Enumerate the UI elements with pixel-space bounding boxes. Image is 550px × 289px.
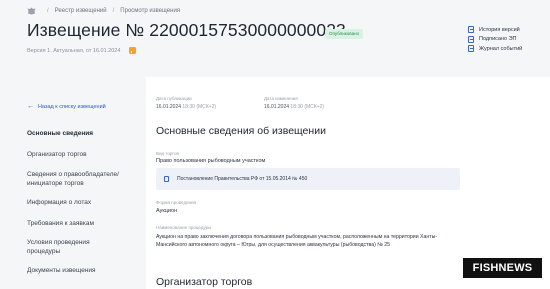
status-badge: Опубликовано — [325, 29, 364, 39]
info-icon — [164, 176, 169, 182]
breadcrumb-separator: / — [47, 8, 49, 14]
published-time: 18:30 (МСК+2) — [182, 104, 217, 110]
page-title: Извещение № 22000157530000000023 — [27, 20, 346, 40]
sidebar-item-organizer[interactable]: Организатор торгов — [27, 151, 139, 160]
history-label: История версий — [479, 26, 520, 33]
rss-icon[interactable] — [129, 47, 137, 54]
procedure-value: Аукцион на право заключения договора пол… — [156, 234, 438, 248]
organizer-section-title: Организатор торгов — [156, 276, 253, 288]
version-info: Версия 1. Актуальная, от 16.01.2024 — [27, 47, 137, 54]
bidding-type-value: Право пользования рыбоводным участком — [156, 158, 266, 164]
sidebar-item-conditions[interactable]: Условия проведения процедуры — [27, 239, 112, 256]
breadcrumb: / Реестр извещений / Просмотр извещения — [27, 6, 180, 16]
emblem-icon[interactable] — [27, 7, 36, 15]
document-icon — [468, 26, 474, 33]
procedure-label: Наименование процедуры — [156, 225, 212, 230]
history-link[interactable]: История версий — [468, 25, 522, 34]
changed-date: 16.01.2024 — [264, 104, 290, 110]
changed-label: Дата изменения — [264, 96, 298, 101]
published-meta: Дата публикации 16.01.2024 18:30 (МСК+2) — [156, 96, 216, 110]
signature-link[interactable]: Подписано ЭП — [468, 35, 522, 44]
back-label: Назад к списку извещений — [38, 103, 106, 110]
changed-meta: Дата изменения 16.01.2024 18:30 (МСК+2) — [264, 96, 324, 110]
back-to-list-link[interactable]: ← Назад к списку извещений — [27, 103, 106, 110]
bidding-type-label: Вид торгов — [156, 151, 179, 156]
sidebar-item-main-info[interactable]: Основные сведения — [27, 130, 139, 139]
form-label: Форма проведения — [156, 200, 197, 205]
event-log-link[interactable]: Журнал событий — [468, 44, 522, 53]
breadcrumb-separator: / — [112, 8, 115, 14]
event-log-label: Журнал событий — [479, 45, 523, 52]
form-value: Аукцион — [156, 208, 178, 214]
breadcrumb-current: Просмотр извещения — [120, 8, 181, 14]
published-date: 16.01.2024 — [156, 104, 182, 110]
section-title: Основные сведения об извещении — [156, 125, 326, 137]
sidebar-item-rightholder[interactable]: Сведения о правообладателе/ инициаторе т… — [27, 171, 137, 188]
breadcrumb-registry[interactable]: Реестр извещений — [55, 8, 107, 14]
watermark-logo: FISH NEWS — [463, 258, 542, 278]
document-icon — [468, 35, 474, 43]
header-actions: История версий Подписано ЭП Журнал событ… — [468, 25, 522, 54]
arrow-left-icon: ← — [27, 103, 34, 110]
changed-time: 18:30 (МСК+2) — [290, 104, 325, 110]
document-link[interactable]: Постановление Правительства РФ от 15.05.… — [177, 176, 307, 182]
sidebar-item-requirements[interactable]: Требования к заявкам — [27, 220, 139, 229]
published-label: Дата публикации — [156, 96, 192, 101]
sidebar-nav: Основные сведения Организатор торгов Све… — [27, 130, 139, 276]
sidebar-item-lots[interactable]: Информация о лотах — [27, 199, 139, 208]
document-box: Постановление Правительства РФ от 15.05.… — [156, 168, 460, 190]
signature-label: Подписано ЭП — [479, 36, 517, 42]
version-text: Версия 1. Актуальная, от 16.01.2024 — [27, 47, 121, 54]
document-icon — [468, 45, 474, 52]
sidebar-item-documents[interactable]: Документы извещения — [27, 267, 139, 276]
